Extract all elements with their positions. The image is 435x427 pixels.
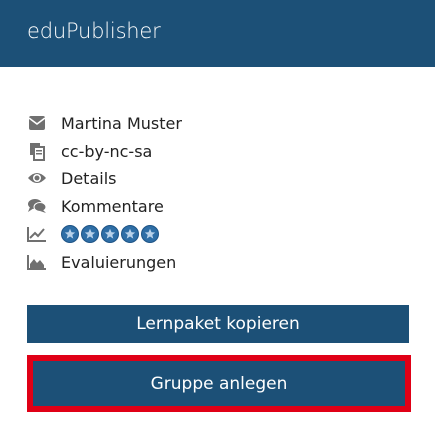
envelope-icon bbox=[26, 112, 48, 134]
author-name: Martina Muster bbox=[61, 113, 182, 133]
rating-star[interactable] bbox=[101, 225, 119, 243]
meta-comments-row[interactable]: Kommentare bbox=[26, 194, 406, 218]
copy-icon bbox=[26, 140, 48, 162]
eye-icon bbox=[26, 167, 48, 189]
create-group-highlight-frame: Gruppe anlegen bbox=[27, 355, 411, 412]
app-title: eduPublisher bbox=[27, 19, 161, 43]
copy-package-button[interactable]: Lernpaket kopieren bbox=[27, 305, 409, 343]
rating-star[interactable] bbox=[121, 225, 139, 243]
comments-link[interactable]: Kommentare bbox=[61, 197, 164, 216]
rating-stars[interactable] bbox=[61, 225, 159, 243]
meta-rating-row bbox=[26, 222, 406, 246]
meta-details-row[interactable]: Details bbox=[26, 166, 406, 190]
comments-icon bbox=[26, 195, 48, 217]
license-text: cc-by-nc-sa bbox=[61, 141, 153, 161]
rating-star[interactable] bbox=[61, 225, 79, 243]
meta-license-row: cc-by-nc-sa bbox=[26, 139, 406, 163]
app-header: eduPublisher bbox=[0, 0, 435, 67]
meta-author-row: Martina Muster bbox=[26, 111, 406, 135]
area-chart-icon bbox=[26, 251, 48, 273]
line-chart-icon bbox=[26, 223, 48, 245]
meta-evaluations-row[interactable]: Evaluierungen bbox=[26, 250, 406, 274]
details-link[interactable]: Details bbox=[61, 169, 116, 188]
create-group-button[interactable]: Gruppe anlegen bbox=[33, 361, 405, 406]
rating-star[interactable] bbox=[141, 225, 159, 243]
rating-star[interactable] bbox=[81, 225, 99, 243]
evaluations-link[interactable]: Evaluierungen bbox=[61, 253, 176, 272]
